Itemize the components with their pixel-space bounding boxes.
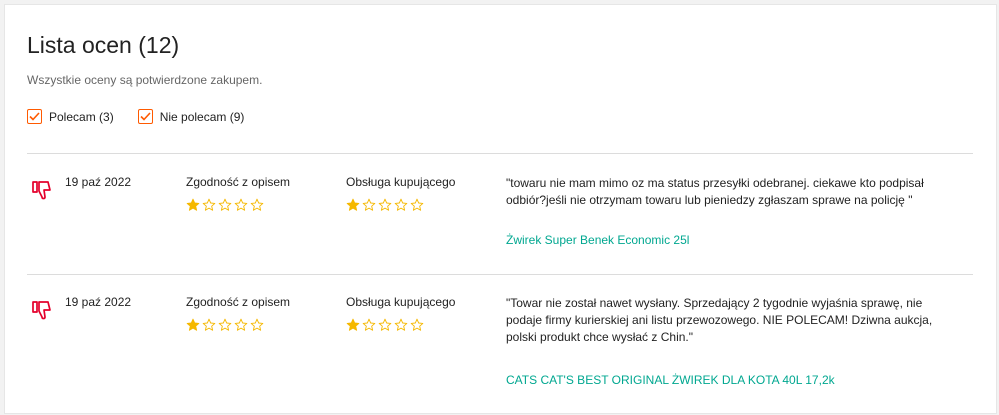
star-empty-icon <box>234 198 248 211</box>
review-date: 19 paź 2022 <box>65 295 132 309</box>
star-empty-icon <box>234 318 248 331</box>
star-empty-icon <box>218 318 232 331</box>
star-empty-icon <box>202 198 216 211</box>
review-date: 19 paź 2022 <box>65 175 132 189</box>
star-rating <box>186 318 290 332</box>
star-filled-icon <box>186 198 200 211</box>
filter-not-recommend-label: Nie polecam (9) <box>159 109 245 124</box>
filter-recommend[interactable]: Polecam (3) <box>27 109 114 124</box>
description-rating: Zgodność z opisem <box>186 175 290 212</box>
recommend-checkbox[interactable] <box>27 109 42 124</box>
star-empty-icon <box>394 318 408 331</box>
service-rating: Obsługa kupującego <box>346 295 455 332</box>
star-filled-icon <box>346 318 360 331</box>
star-empty-icon <box>378 198 392 211</box>
review-item: 19 paź 2022 Zgodność z opisem Obsługa ku… <box>27 295 973 415</box>
star-rating <box>346 318 455 332</box>
thumbs-down-icon <box>31 179 53 206</box>
star-filled-icon <box>346 198 360 211</box>
star-filled-icon <box>186 318 200 331</box>
review-item: 19 paź 2022 Zgodność z opisem Obsługa ku… <box>27 175 973 295</box>
star-empty-icon <box>410 318 424 331</box>
checkmark-icon <box>140 112 151 121</box>
ratings-panel: Lista ocen (12) Wszystkie oceny są potwi… <box>4 4 997 414</box>
star-empty-icon <box>394 198 408 211</box>
review-text: "Towar nie został nawet wysłany. Sprzeda… <box>506 296 933 344</box>
checkmark-icon <box>29 112 40 121</box>
filter-recommend-label: Polecam (3) <box>49 109 114 124</box>
thumbs-down-icon <box>31 299 53 326</box>
page-title: Lista ocen (12) <box>27 32 180 58</box>
not-recommend-checkbox[interactable] <box>137 109 153 124</box>
filter-bar: Polecam (3) Nie polecam (9) <box>27 109 268 124</box>
product-link[interactable]: Żwirek Super Benek Economic 25l <box>506 233 689 247</box>
star-empty-icon <box>410 198 424 211</box>
description-rating-label: Zgodność z opisem <box>186 295 291 309</box>
star-empty-icon <box>362 198 376 211</box>
star-rating <box>346 198 455 212</box>
service-rating-label: Obsługa kupującego <box>346 175 456 189</box>
description-rating: Zgodność z opisem <box>186 295 290 332</box>
product-link[interactable]: CATS CAT'S BEST ORIGINAL ŻWIREK DLA KOTA… <box>506 373 835 387</box>
filter-not-recommend[interactable]: Nie polecam (9) <box>137 109 245 124</box>
description-rating-label: Zgodność z opisem <box>186 175 291 189</box>
star-empty-icon <box>250 318 264 331</box>
review-text: "towaru nie mam mimo oz ma status przesy… <box>506 176 924 207</box>
star-empty-icon <box>218 198 232 211</box>
divider <box>27 153 973 154</box>
service-rating-label: Obsługa kupującego <box>346 295 456 309</box>
star-rating <box>186 198 290 212</box>
page-subtitle: Wszystkie oceny są potwierdzone zakupem. <box>27 73 263 87</box>
star-empty-icon <box>362 318 376 331</box>
star-empty-icon <box>378 318 392 331</box>
star-empty-icon <box>202 318 216 331</box>
star-empty-icon <box>250 198 264 211</box>
divider <box>27 274 973 275</box>
service-rating: Obsługa kupującego <box>346 175 455 212</box>
